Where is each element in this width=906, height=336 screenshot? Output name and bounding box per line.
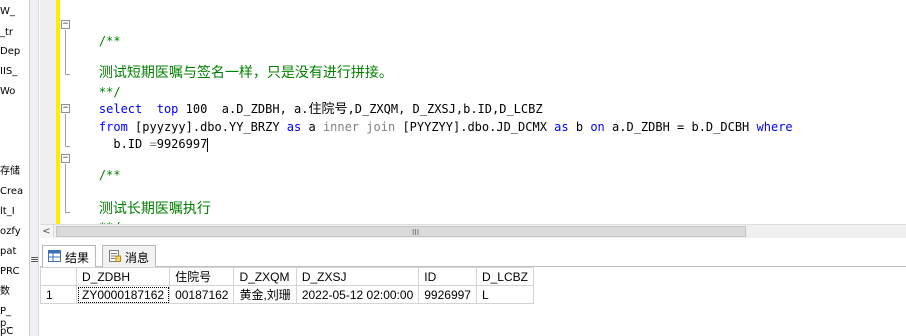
keyword: select <box>98 102 143 116</box>
row-number[interactable]: 1 <box>40 285 77 304</box>
comment-text: 测试短期医嘱与签名一样，只是没有进行拼接。 <box>98 65 393 81</box>
keyword: inner <box>322 120 360 134</box>
results-tab-strip: 结果 消息 <box>40 239 906 268</box>
grid-header-row: D_ZDBH 住院号 D_ZXQM D_ZXSJ ID D_LCBZ <box>40 267 534 286</box>
text-cursor <box>207 137 209 152</box>
grid-cell[interactable]: 00187162 <box>169 285 235 304</box>
grid-cell[interactable]: 2022-05-12 02:00:00 <box>295 285 420 304</box>
explorer-item[interactable]: pat <box>0 246 16 258</box>
explorer-item[interactable]: ozfy <box>0 226 21 238</box>
editor-gutter <box>40 0 56 224</box>
collapse-icon[interactable]: − <box>61 154 70 163</box>
column-header[interactable]: D_ZXSJ <box>295 267 420 286</box>
fold-guide <box>65 164 66 212</box>
pane-splitter[interactable] <box>30 0 39 336</box>
table-name: [pyyzyy].dbo.YY_BRZY <box>135 120 280 134</box>
splitter-grip-icon[interactable]: ≡ <box>30 253 39 266</box>
keyword: as <box>286 120 302 134</box>
collapse-icon[interactable]: − <box>61 20 70 29</box>
comment-close: **/ <box>98 85 121 99</box>
grid-cell[interactable]: ZY0000187162 <box>75 285 171 304</box>
column-header[interactable]: D_ZDBH <box>75 267 171 286</box>
keyword: top <box>156 102 179 116</box>
results-pane: 结果 消息 D_ZDBH 住院号 D_ZXQM D_ZXSJ ID D_LCBZ… <box>40 239 906 336</box>
explorer-item[interactable]: pC <box>0 326 13 336</box>
keyword: from <box>98 120 128 134</box>
number-literal: 9926997 <box>156 137 208 151</box>
column-header[interactable]: 住院号 <box>169 267 235 286</box>
scroll-left-arrow-icon[interactable]: < <box>40 225 54 238</box>
explorer-item[interactable]: _tr <box>0 27 13 39</box>
column-header[interactable]: D_ZXQM <box>233 267 297 286</box>
sql-editor[interactable]: − − − /** 测试短期医嘱与签名一样，只是没有进行拼接。 **/ sele… <box>40 0 906 234</box>
code-line-from: from [pyyzyy].dbo.YY_BRZY as a inner joi… <box>70 119 793 135</box>
explorer-item[interactable]: W_ <box>0 6 15 18</box>
column-header[interactable]: D_LCBZ <box>475 267 534 286</box>
scrollbar-grip-icon: III <box>412 228 420 237</box>
explorer-item[interactable]: 数 <box>0 286 10 298</box>
code-line-where: b.ID =9926997 <box>70 136 209 152</box>
change-indicator-bar <box>56 0 60 224</box>
identifier: a. <box>294 102 309 116</box>
explorer-item[interactable]: Crea <box>0 186 23 198</box>
keyword: where <box>756 120 793 134</box>
tab-results-label: 结果 <box>65 251 90 265</box>
identifier-cjk: 住院号 <box>308 102 348 117</box>
tab-messages[interactable]: 消息 <box>102 245 157 267</box>
table-name: [PYYZYY].dbo.JD_DCMX <box>402 120 547 134</box>
explorer-item[interactable]: IIS_ <box>0 66 17 78</box>
number-literal: 100 <box>185 102 208 116</box>
object-explorer-strip: W_ _tr Dep IIS_ Wo 存储 Crea lt_I ozfy pat… <box>0 0 30 336</box>
scrollbar-thumb[interactable]: III <box>56 226 746 237</box>
code-line-select: select top 100 a.D_ZDBH, a.住院号,D_ZXQM, D… <box>70 101 543 118</box>
collapse-icon[interactable]: − <box>61 104 70 113</box>
identifier: ,D_ZXQM, D_ZXSJ,b.ID,D_LCBZ <box>347 102 543 116</box>
tab-messages-label: 消息 <box>125 251 150 265</box>
grid-cell[interactable]: 9926997 <box>418 285 477 304</box>
fold-guide <box>65 114 66 146</box>
explorer-item[interactable]: Dep <box>0 46 20 58</box>
comment-open: /** <box>98 168 121 182</box>
keyword: as <box>554 120 569 134</box>
operator: = <box>149 137 157 151</box>
grid-icon <box>48 250 61 262</box>
alias: a <box>308 120 316 134</box>
explorer-item[interactable]: Wo <box>0 86 15 98</box>
keyword: on <box>590 120 605 134</box>
message-icon <box>109 250 121 262</box>
keyword: join <box>366 120 396 134</box>
grid-corner-cell[interactable] <box>40 267 77 286</box>
explorer-item[interactable]: P_ <box>0 306 11 318</box>
identifier: a.D_ZDBH, <box>221 102 287 116</box>
comment-open: /** <box>98 34 121 48</box>
tab-results[interactable]: 结果 <box>42 245 97 268</box>
alias: b <box>575 120 584 134</box>
column-header[interactable]: ID <box>418 267 477 286</box>
table-row[interactable]: 1 ZY0000187162 00187162 黄金,刘珊 2022-05-12… <box>40 285 534 304</box>
join-condition: a.D_ZDBH = b.D_DCBH <box>612 120 750 134</box>
results-grid[interactable]: D_ZDBH 住院号 D_ZXQM D_ZXSJ ID D_LCBZ 1 ZY0… <box>40 267 534 304</box>
grid-cell[interactable]: L <box>475 285 534 304</box>
grid-cell[interactable]: 黄金,刘珊 <box>233 285 297 304</box>
horizontal-scrollbar[interactable]: < III <box>40 224 906 238</box>
explorer-item[interactable]: 存储 <box>0 166 20 178</box>
explorer-item[interactable]: lt_I <box>0 206 15 218</box>
fold-guide <box>65 30 66 74</box>
explorer-item[interactable]: PRC <box>0 266 19 278</box>
identifier: b.ID <box>113 137 143 151</box>
